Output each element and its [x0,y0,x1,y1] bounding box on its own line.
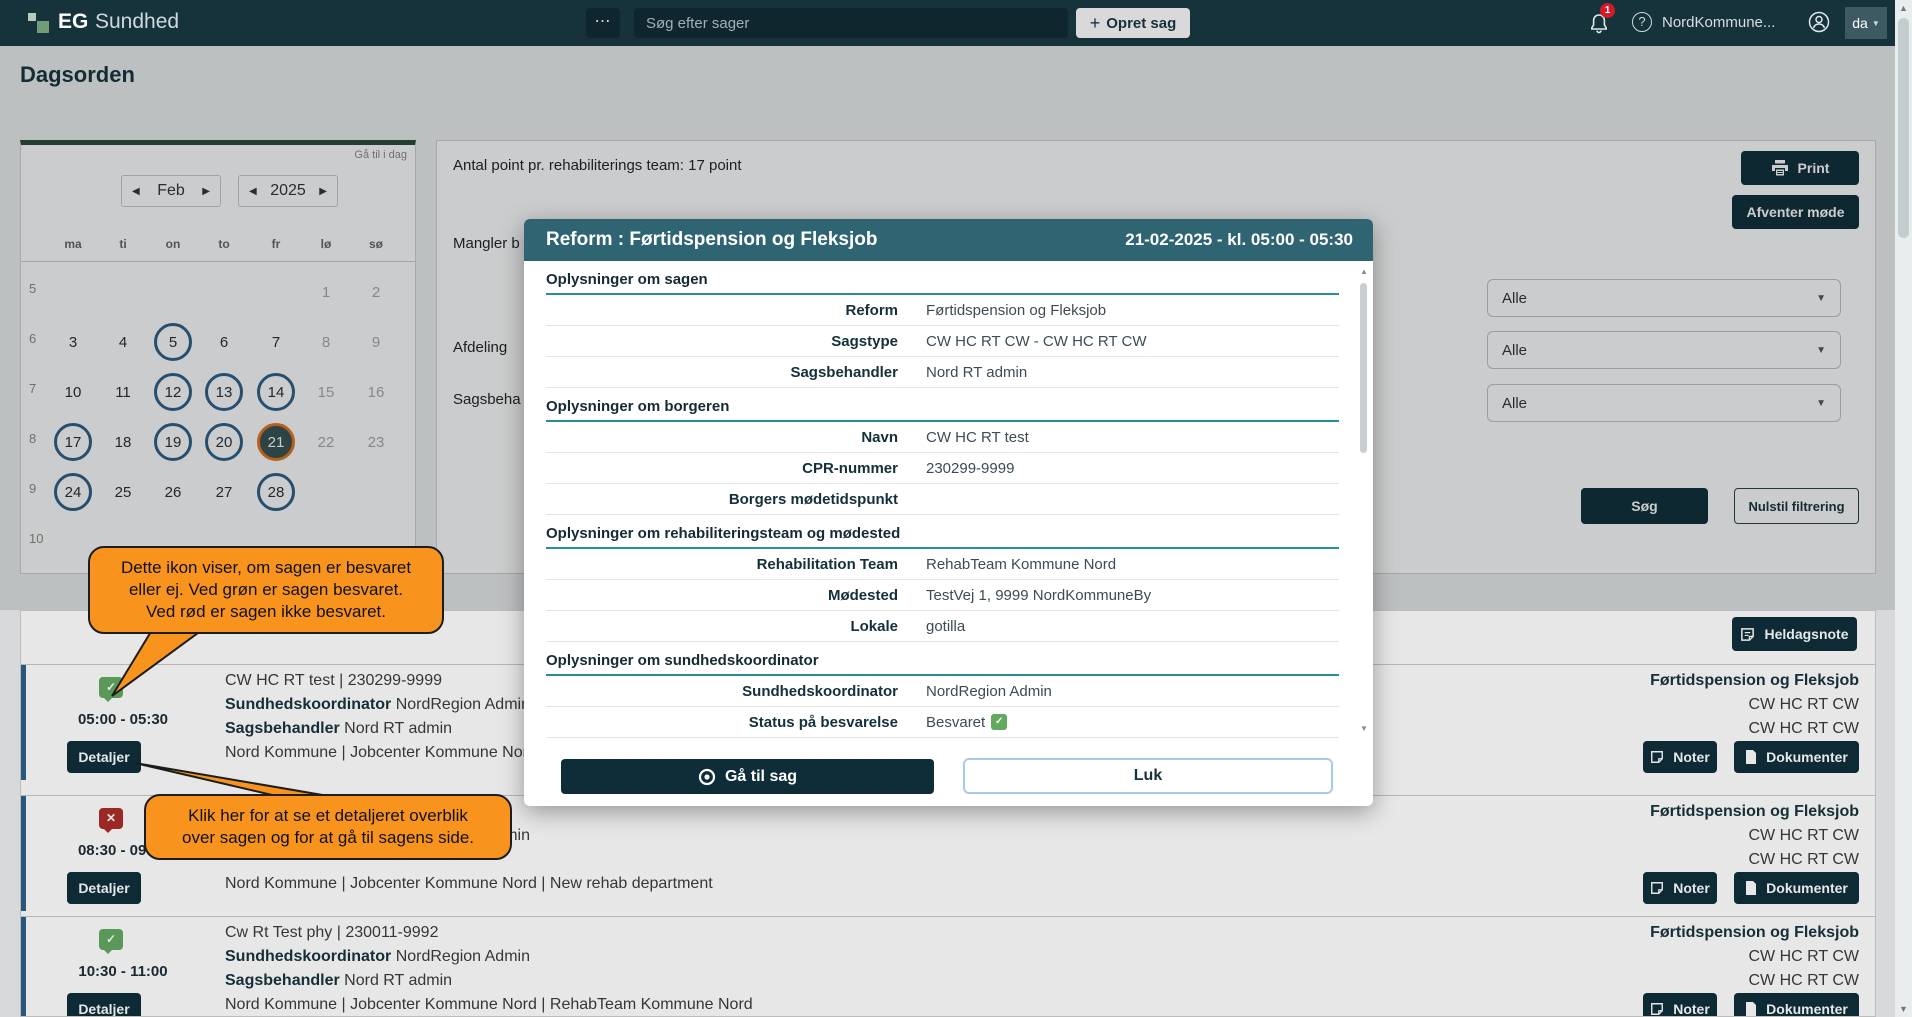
language-selector[interactable]: da ▼ [1845,7,1887,39]
language-value: da [1852,15,1868,31]
create-case-label: Opret sag [1106,15,1176,32]
organization-name[interactable]: NordKommune... [1662,14,1775,31]
plus-icon: + [1090,13,1101,34]
field-label: Sundhedskoordinator [546,683,926,700]
section-borgeren: Oplysninger om borgeren NavnCW HC RT tes… [546,398,1339,515]
scrollbar-thumb[interactable] [1898,18,1909,238]
field-value: Førtidspension og Fleksjob [926,302,1106,319]
scrollbar-thumb[interactable] [1360,283,1367,453]
callout-line: Ved rød er sagen ikke besvaret. [104,601,428,623]
modal-scrollbar[interactable]: ▲ ▼ [1358,267,1370,779]
field-label: Borgers mødetidspunkt [546,491,926,508]
page-scrollbar[interactable]: ▲ ▼ [1895,0,1912,1017]
help-icon[interactable]: ? [1632,12,1652,32]
eg-logo-icon [37,21,49,33]
field-label: Status på besvarelse [546,714,926,731]
scroll-up-icon[interactable]: ▲ [1895,3,1912,13]
tutorial-callout-status-icon: Dette ikon viser, om sagen er besvaret e… [88,546,444,634]
eye-icon [698,768,716,786]
field-label: Sagsbehandler [546,364,926,381]
eg-logo-icon [28,13,36,21]
field-label: Sagstype [546,333,926,350]
scroll-down-icon[interactable]: ▼ [1358,724,1370,733]
field-label: Reform [546,302,926,319]
modal-body: Oplysninger om sagen ReformFørtidspensio… [524,271,1373,738]
field-value: 230299-9999 [926,460,1014,477]
modal-datetime: 21-02-2025 - kl. 05:00 - 05:30 [1125,230,1353,250]
tutorial-callout-details: Klik her for at se et detaljeret overbli… [144,794,512,860]
field-value: Nord RT admin [926,364,1027,381]
field-value: gotilla [926,618,965,635]
callout-line: Dette ikon viser, om sagen er besvaret [104,557,428,579]
case-details-modal: Reform : Førtidspension og Fleksjob 21-0… [524,219,1373,806]
field-value: NordRegion Admin [926,683,1052,700]
field-label: Navn [546,429,926,446]
section-rehabteam: Oplysninger om rehabiliteringsteam og mø… [546,525,1339,642]
section-heading: Oplysninger om sundhedskoordinator [546,652,1339,676]
section-heading: Oplysninger om rehabiliteringsteam og mø… [546,525,1339,549]
section-sagen: Oplysninger om sagen ReformFørtidspensio… [546,271,1339,388]
field-value: TestVej 1, 9999 NordKommuneBy [926,587,1151,604]
section-heading: Oplysninger om sagen [546,271,1339,295]
more-menu-button[interactable]: ⋯ [586,8,620,38]
goto-case-label: Gå til sag [725,768,797,786]
field-label: Rehabilitation Team [546,556,926,573]
status-value: Besvaret [926,714,985,731]
scroll-up-icon[interactable]: ▲ [1358,267,1370,276]
field-label: Mødested [546,587,926,604]
modal-header: Reform : Førtidspension og Fleksjob 21-0… [524,219,1373,261]
callout-line: eller ej. Ved grøn er sagen besvaret. [104,579,428,601]
field-value: CW HC RT CW - CW HC RT CW [926,333,1147,350]
modal-title: Reform : Førtidspension og Fleksjob [546,229,877,251]
callout-line: over sagen og for at gå til sagens side. [160,827,496,849]
section-heading: Oplysninger om borgeren [546,398,1339,422]
section-sundhedskoordinator: Oplysninger om sundhedskoordinator Sundh… [546,652,1339,738]
topbar: EG Sundhed ⋯ + Opret sag 1 ? NordKommune… [0,0,1912,46]
app-screen: EG Sundhed ⋯ + Opret sag 1 ? NordKommune… [0,0,1912,1017]
user-profile-icon[interactable] [1808,11,1830,33]
field-value: CW HC RT test [926,429,1029,446]
create-case-button[interactable]: + Opret sag [1076,8,1190,38]
field-value: RehabTeam Kommune Nord [926,556,1116,573]
close-modal-button[interactable]: Luk [963,758,1333,794]
logo-product-text: Sundhed [95,10,179,34]
logo-eg-text: EG [58,10,88,34]
field-label: CPR-nummer [546,460,926,477]
notification-badge: 1 [1600,3,1615,18]
search-input[interactable] [634,8,1068,38]
scroll-down-icon[interactable]: ▼ [1895,1004,1912,1014]
goto-case-button[interactable]: Gå til sag [561,759,934,794]
field-label: Lokale [546,618,926,635]
status-answered-icon: ✓ [991,714,1007,730]
chevron-down-icon: ▼ [1872,19,1880,28]
close-label: Luk [1134,767,1162,785]
callout-line: Klik her for at se et detaljeret overbli… [160,805,496,827]
